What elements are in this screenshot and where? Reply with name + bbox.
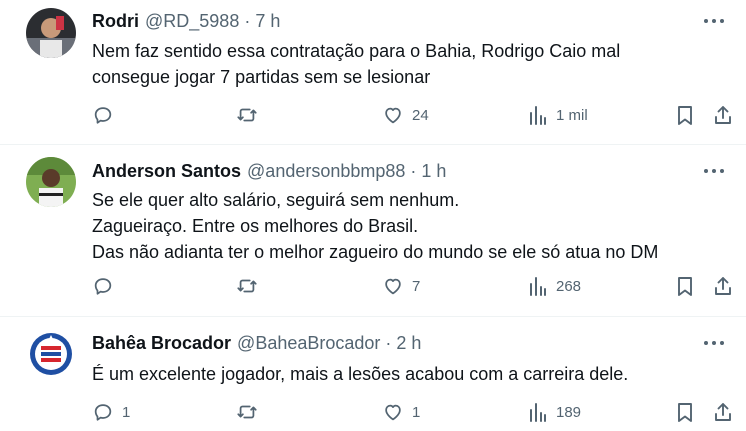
tweet-anderson-santos[interactable]: Anderson Santos @andersonbbmp88 · 1 h Se… (0, 145, 746, 317)
more-options-icon[interactable] (702, 333, 726, 353)
tweet-actions: 7 268 (0, 275, 746, 305)
author-name[interactable]: Bahêa Brocador (92, 333, 231, 354)
views-button[interactable]: 268 (528, 275, 581, 297)
reply-count: 1 (122, 403, 131, 421)
replies-feed: Rodri @RD_5988 · 7 h Nem faz sentido ess… (0, 0, 746, 425)
reply-button[interactable] (92, 275, 122, 297)
tweet-text: É um excelente jogador, mais a lesões ac… (92, 361, 628, 387)
retweet-button[interactable] (235, 401, 267, 423)
tweet-text-line: Nem faz sentido essa contratação para o … (92, 41, 621, 61)
bookmark-button[interactable] (675, 104, 695, 126)
bookmark-button[interactable] (675, 275, 695, 297)
author-handle[interactable]: @andersonbbmp88 (247, 161, 405, 182)
views-chart-icon (530, 403, 546, 422)
tweet-text-line: É um excelente jogador, mais a lesões ac… (92, 364, 629, 384)
heart-icon (385, 107, 401, 124)
heart-icon (385, 278, 401, 295)
tweet-text-line: Se ele quer alto salário, seguirá sem ne… (92, 190, 460, 210)
retweet-icon (237, 279, 257, 293)
views-count: 1 mil (556, 106, 588, 124)
bookmark-button[interactable] (675, 401, 695, 423)
tweet-time[interactable]: 1 h (421, 161, 446, 182)
tweet-actions: 24 1 mil (0, 100, 746, 130)
bookmark-icon (678, 403, 692, 422)
tweet-actions: 1 1 189 (0, 401, 746, 431)
separator-dot: · (385, 333, 392, 353)
tweet-text-line: Das não adianta ter o melhor zagueiro do… (92, 242, 659, 262)
author-name[interactable]: Rodri (92, 11, 139, 32)
like-button[interactable]: 7 (382, 275, 420, 297)
share-button[interactable] (712, 104, 734, 126)
tweet-text-line: Zagueiraço. Entre os melhores do Brasil. (92, 216, 419, 236)
more-options-icon[interactable] (702, 161, 726, 181)
share-icon (715, 403, 731, 421)
reply-button[interactable] (92, 104, 122, 126)
like-count: 7 (412, 277, 421, 295)
reply-icon (94, 404, 112, 421)
tweet-time[interactable]: 7 h (255, 11, 280, 32)
avatar-rodri[interactable] (26, 8, 76, 58)
retweet-icon (237, 405, 257, 419)
views-button[interactable]: 1 mil (528, 104, 588, 126)
retweet-icon (237, 108, 257, 122)
share-button[interactable] (712, 275, 734, 297)
reply-icon (94, 107, 112, 124)
views-count: 189 (556, 403, 582, 421)
like-button[interactable]: 1 (382, 401, 420, 423)
separator-dot: · (410, 161, 417, 181)
author-name[interactable]: Anderson Santos (92, 161, 241, 182)
tweet-rodri[interactable]: Rodri @RD_5988 · 7 h Nem faz sentido ess… (0, 0, 746, 145)
views-button[interactable]: 189 (528, 401, 581, 423)
tweet-text: Se ele quer alto salário, seguirá sem ne… (92, 187, 658, 265)
heart-icon (385, 404, 401, 421)
author-handle[interactable]: @BaheaBrocador (237, 333, 380, 354)
bookmark-icon (678, 277, 692, 296)
share-button[interactable] (712, 401, 734, 423)
reply-button[interactable]: 1 (92, 401, 130, 423)
more-options-icon[interactable] (702, 11, 726, 31)
tweet-text: Nem faz sentido essa contratação para o … (92, 38, 620, 90)
like-button[interactable]: 24 (382, 104, 429, 126)
views-count: 268 (556, 277, 582, 295)
retweet-button[interactable] (235, 104, 267, 126)
share-icon (715, 277, 731, 295)
author-handle[interactable]: @RD_5988 (145, 11, 239, 32)
tweet-time[interactable]: 2 h (396, 333, 421, 354)
retweet-button[interactable] (235, 275, 267, 297)
share-icon (715, 106, 731, 124)
views-chart-icon (530, 277, 546, 296)
avatar-anderson-santos[interactable] (26, 157, 76, 207)
tweet-bahea-brocador[interactable]: Bahêa Brocador @BaheaBrocador · 2 h É um… (0, 317, 746, 425)
avatar-bahea-brocador[interactable] (26, 329, 76, 379)
separator-dot: · (244, 11, 251, 31)
bookmark-icon (678, 106, 692, 125)
like-count: 1 (412, 403, 421, 421)
reply-icon (94, 278, 112, 295)
like-count: 24 (412, 106, 429, 124)
tweet-text-line: consegue jogar 7 partidas sem se lesiona… (92, 67, 431, 87)
views-chart-icon (530, 106, 546, 125)
